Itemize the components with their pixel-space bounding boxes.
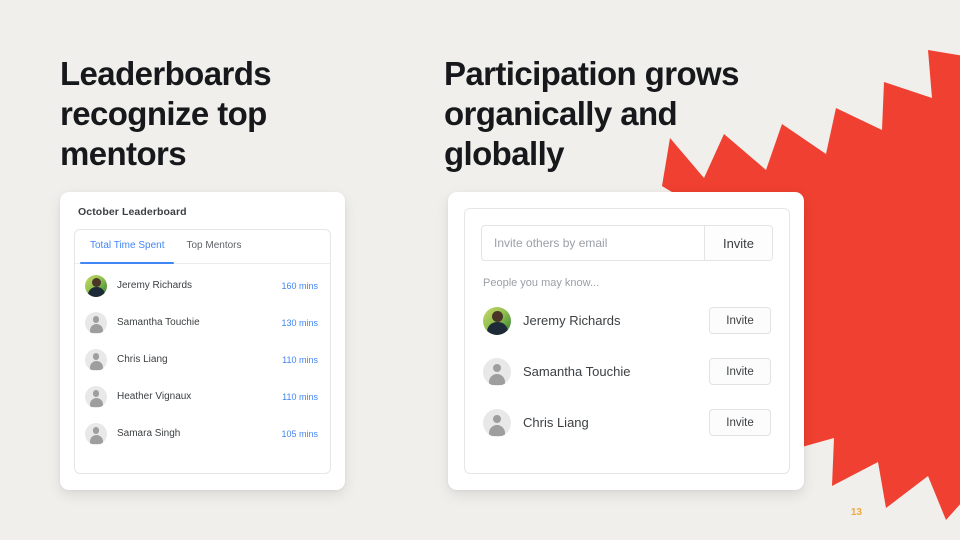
avatar-placeholder-icon bbox=[85, 422, 107, 445]
avatar-placeholder-icon bbox=[85, 385, 107, 408]
table-row[interactable]: Jeremy Richards 160 mins bbox=[75, 267, 330, 304]
table-row[interactable]: Chris Liang 110 mins bbox=[75, 341, 330, 378]
person-name: Jeremy Richards bbox=[523, 313, 621, 328]
leaderboard-name: Jeremy Richards bbox=[117, 280, 193, 291]
avatar bbox=[483, 306, 511, 335]
avatar-placeholder-icon bbox=[483, 357, 511, 386]
leaderboard-name: Chris Liang bbox=[117, 354, 168, 365]
page-number: 13 bbox=[850, 507, 862, 518]
tab-top-mentors[interactable]: Top Mentors bbox=[175, 230, 252, 263]
invite-person-button[interactable]: Invite bbox=[709, 409, 771, 436]
avatar-placeholder-icon bbox=[483, 408, 511, 437]
leaderboard-list: Jeremy Richards 160 mins Samantha Touchi… bbox=[75, 264, 330, 452]
invite-submit-button[interactable]: Invite bbox=[704, 226, 772, 260]
avatar bbox=[85, 274, 107, 297]
avatar-placeholder-icon bbox=[85, 348, 107, 371]
invite-panel: Invite People you may know... Jeremy Ric… bbox=[464, 208, 790, 474]
people-you-may-know-label: People you may know... bbox=[483, 277, 600, 289]
leaderboard-name: Samara Singh bbox=[117, 428, 181, 439]
invite-bar: Invite bbox=[481, 225, 773, 261]
right-column: Participation grows organically and glob… bbox=[444, 0, 804, 490]
invite-card: Invite People you may know... Jeremy Ric… bbox=[448, 192, 804, 490]
leaderboard-minutes: 160 mins bbox=[281, 280, 318, 291]
left-heading: Leaderboards recognize top mentors bbox=[60, 55, 272, 172]
left-column: Leaderboards recognize top mentors Octob… bbox=[60, 0, 360, 490]
leaderboard-minutes: 105 mins bbox=[281, 428, 318, 439]
invite-person-button[interactable]: Invite bbox=[709, 358, 771, 385]
slide: Leaderboards recognize top mentors Octob… bbox=[0, 0, 960, 540]
invite-email-input[interactable] bbox=[482, 226, 704, 260]
list-item[interactable]: Samantha Touchie Invite bbox=[481, 346, 773, 397]
invite-person-button[interactable]: Invite bbox=[709, 307, 771, 334]
table-row[interactable]: Samara Singh 105 mins bbox=[75, 415, 330, 452]
right-heading: Participation grows organically and glob… bbox=[444, 55, 739, 172]
leaderboard-tabs: Total Time Spent Top Mentors bbox=[75, 230, 330, 264]
table-row[interactable]: Samantha Touchie 130 mins bbox=[75, 304, 330, 341]
table-row[interactable]: Heather Vignaux 110 mins bbox=[75, 378, 330, 415]
leaderboard-minutes: 110 mins bbox=[282, 391, 318, 402]
person-name: Chris Liang bbox=[523, 415, 589, 430]
person-name: Samantha Touchie bbox=[523, 364, 631, 379]
leaderboard-name: Samantha Touchie bbox=[117, 317, 200, 328]
leaderboard-panel: Total Time Spent Top Mentors Jeremy Rich… bbox=[74, 229, 331, 474]
leaderboard-name: Heather Vignaux bbox=[117, 391, 192, 402]
leaderboard-card: October Leaderboard Total Time Spent Top… bbox=[60, 192, 345, 490]
leaderboard-minutes: 130 mins bbox=[281, 317, 318, 328]
leaderboard-title: October Leaderboard bbox=[78, 206, 187, 218]
tab-total-time-spent[interactable]: Total Time Spent bbox=[79, 230, 175, 264]
list-item[interactable]: Chris Liang Invite bbox=[481, 397, 773, 448]
avatar-placeholder-icon bbox=[85, 311, 107, 334]
list-item[interactable]: Jeremy Richards Invite bbox=[481, 295, 773, 346]
leaderboard-minutes: 110 mins bbox=[282, 354, 318, 365]
